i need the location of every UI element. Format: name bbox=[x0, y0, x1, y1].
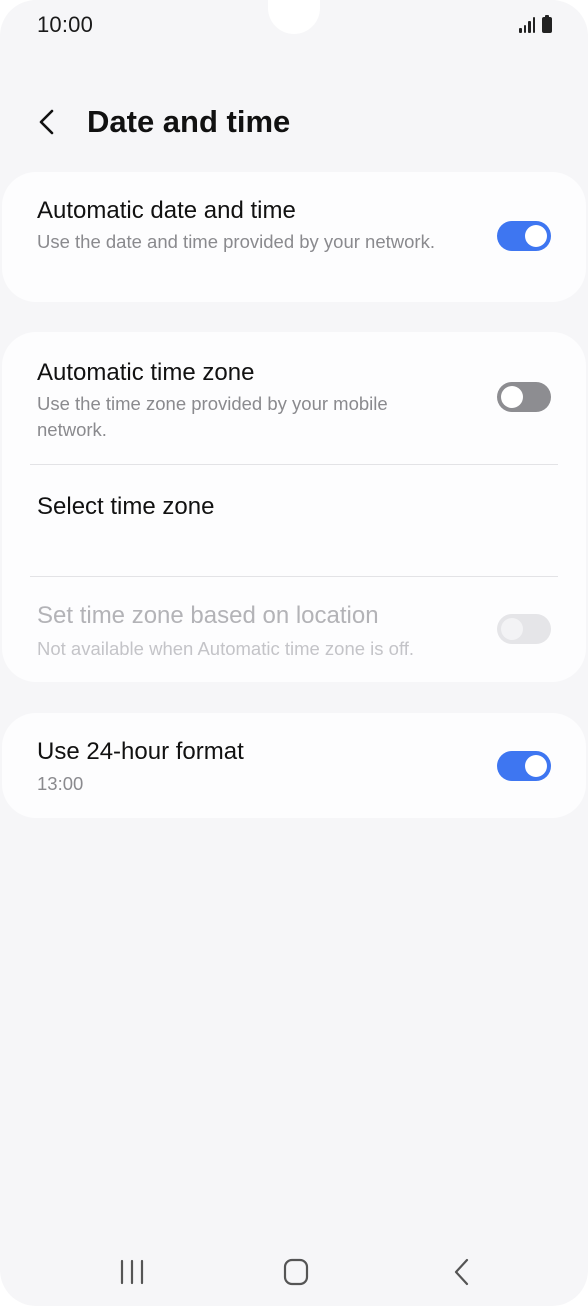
auto-date-time-card: Automatic date and time Use the date and… bbox=[2, 172, 586, 302]
format-24h-card: Use 24-hour format 13:00 bbox=[2, 713, 586, 818]
auto-date-time-toggle[interactable] bbox=[497, 221, 551, 251]
auto-date-time-subtitle: Use the date and time provided by your n… bbox=[37, 231, 435, 252]
navigation-bar bbox=[0, 1240, 588, 1304]
location-time-zone-row: Set time zone based on location Not avai… bbox=[2, 577, 586, 682]
chevron-left-icon[interactable] bbox=[30, 104, 66, 140]
app-header: Date and time bbox=[0, 90, 588, 154]
signal-icon bbox=[519, 17, 535, 33]
status-time: 10:00 bbox=[37, 12, 94, 37]
status-icons bbox=[519, 15, 552, 33]
auto-time-zone-subtitle: Use the time zone provided by your mobil… bbox=[37, 393, 388, 440]
recents-icon[interactable] bbox=[112, 1254, 152, 1290]
format-24h-row[interactable]: Use 24-hour format 13:00 bbox=[2, 713, 586, 818]
auto-time-zone-title: Automatic time zone bbox=[37, 359, 255, 386]
location-time-zone-title: Set time zone based on location bbox=[37, 602, 379, 629]
battery-icon bbox=[542, 15, 552, 33]
auto-date-time-row[interactable]: Automatic date and time Use the date and… bbox=[2, 172, 586, 302]
time-zone-card: Automatic time zone Use the time zone pr… bbox=[2, 332, 586, 682]
auto-time-zone-row[interactable]: Automatic time zone Use the time zone pr… bbox=[2, 332, 586, 464]
back-nav-icon[interactable] bbox=[442, 1254, 482, 1290]
toggle-knob bbox=[525, 755, 547, 777]
format-24h-title: Use 24-hour format bbox=[37, 738, 244, 765]
select-time-zone-row[interactable]: Select time zone bbox=[2, 465, 586, 576]
location-time-zone-toggle bbox=[497, 614, 551, 644]
auto-date-time-title: Automatic date and time bbox=[37, 197, 296, 224]
phone-screen: 10:00 Date and time Automatic date and t… bbox=[0, 0, 588, 1306]
format-24h-example: 13:00 bbox=[37, 773, 84, 794]
format-24h-toggle[interactable] bbox=[497, 751, 551, 781]
toggle-knob bbox=[525, 225, 547, 247]
toggle-knob bbox=[501, 386, 523, 408]
location-time-zone-subtitle: Not available when Automatic time zone i… bbox=[37, 638, 415, 659]
auto-time-zone-toggle[interactable] bbox=[497, 382, 551, 412]
home-icon[interactable] bbox=[276, 1254, 316, 1290]
page-title: Date and time bbox=[87, 104, 291, 139]
toggle-knob bbox=[501, 618, 523, 640]
select-time-zone-title: Select time zone bbox=[37, 493, 215, 520]
status-bar: 10:00 bbox=[0, 0, 588, 50]
